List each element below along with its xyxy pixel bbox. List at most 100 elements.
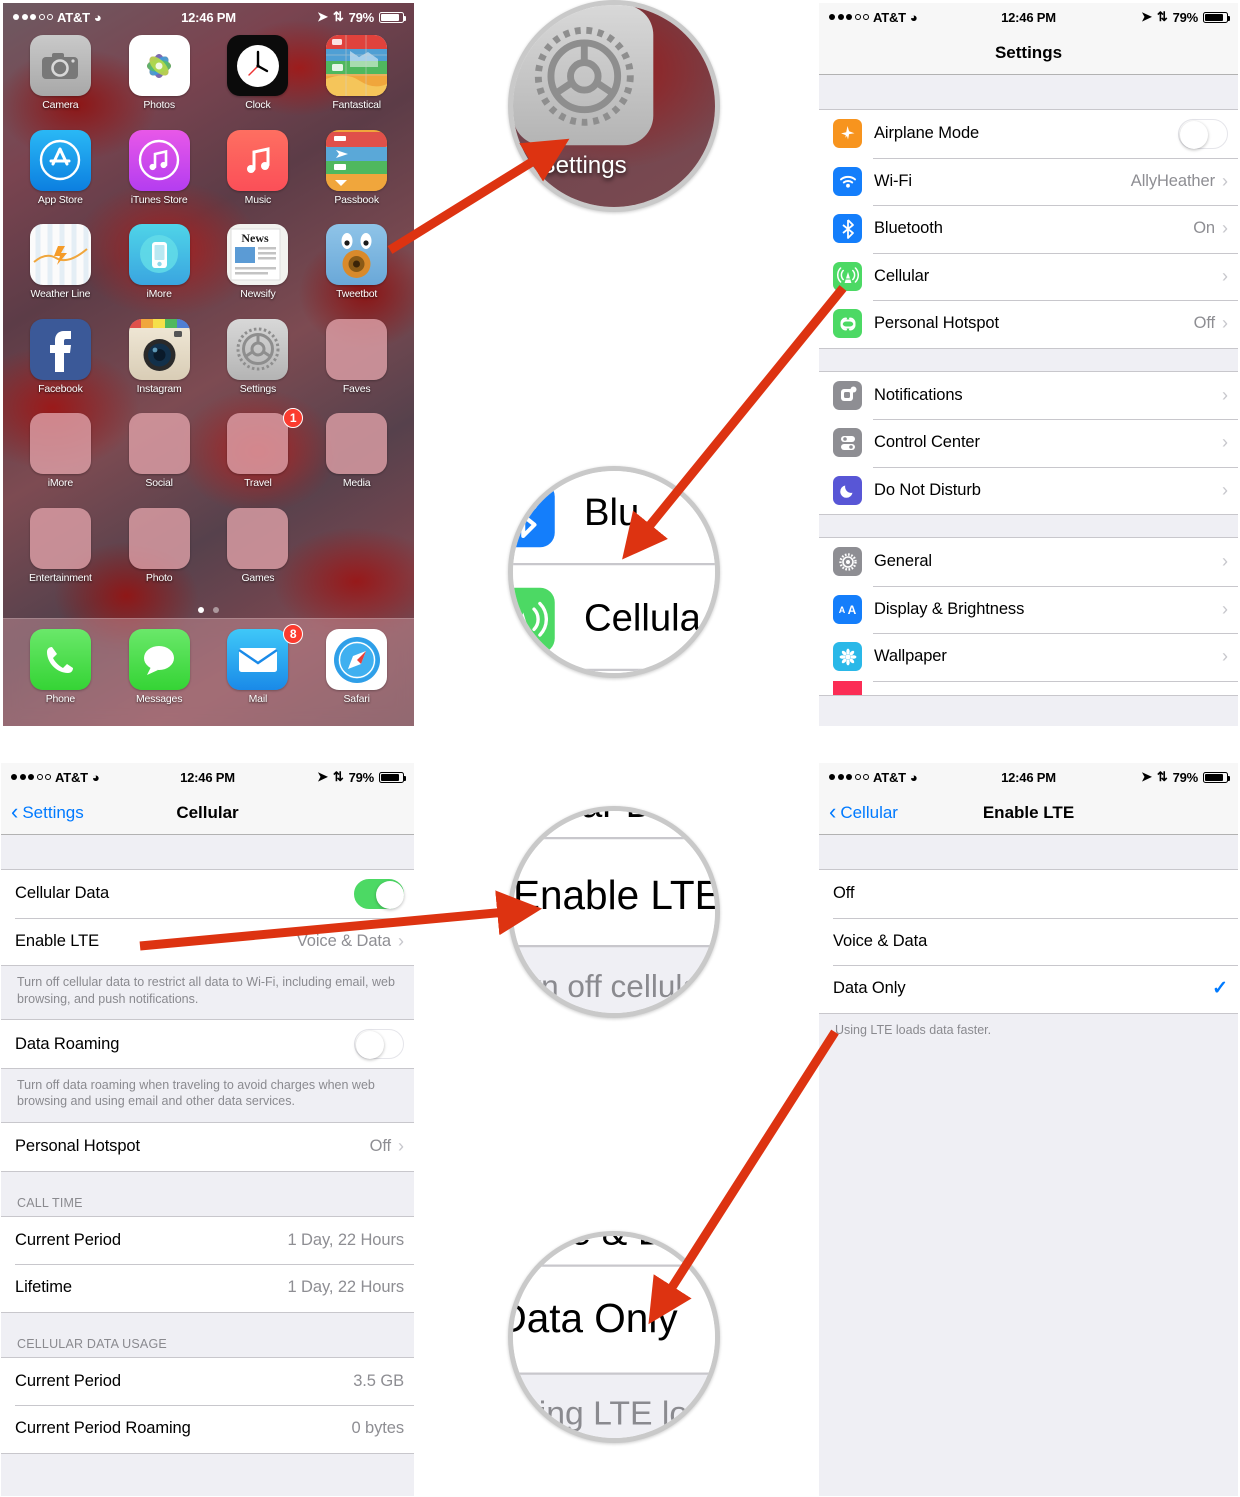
sidebar-item-do-not-disturb[interactable]: Do Not Disturb › [819, 466, 1238, 514]
sidebar-item-control-center[interactable]: Control Center › [819, 419, 1238, 467]
option-voice-and-data[interactable]: Voice & Data [819, 917, 1238, 965]
bluetooth-icon [833, 214, 862, 244]
app-app-store[interactable]: App Store [11, 129, 110, 225]
chevron-right-icon: › [1222, 432, 1228, 453]
app-label: App Store [37, 193, 83, 206]
data-roaming-toggle[interactable] [354, 1029, 404, 1059]
row-label: General [874, 552, 933, 571]
sidebar-item-cellular[interactable]: Cellular › [819, 252, 1238, 300]
signal-dots-icon [829, 14, 869, 20]
settings-list[interactable]: Airplane Mode Wi-Fi AllyHeather › Blueto… [819, 75, 1238, 726]
instagram-icon [128, 318, 190, 380]
hotspot-icon [833, 309, 862, 339]
folder-media[interactable]: Media [307, 413, 406, 508]
list-spacer [819, 835, 1238, 869]
chevron-right-icon: › [1222, 479, 1228, 500]
cellular-list[interactable]: Cellular Data Enable LTE Voice & Data › … [1, 835, 414, 1496]
folder-label: Games [241, 571, 275, 584]
app-facebook[interactable]: Facebook [11, 318, 110, 414]
row-value: AllyHeather [1130, 171, 1215, 190]
folder-entertainment[interactable]: Entertainment [11, 507, 110, 603]
sidebar-item-bluetooth[interactable]: Bluetooth On › [819, 205, 1238, 253]
page-dot-2[interactable] [213, 607, 219, 613]
back-button[interactable]: ‹ Settings [1, 800, 84, 823]
row-personal-hotspot[interactable]: Personal Hotspot Off › [1, 1123, 414, 1171]
gear-icon [833, 547, 862, 577]
app-weather-line[interactable]: Weather Line [11, 224, 110, 319]
sidebar-item-display-brightness[interactable]: AA Display & Brightness › [819, 585, 1238, 633]
page-indicator[interactable] [3, 607, 414, 613]
app-clock[interactable]: Clock [209, 35, 308, 130]
row-value: 1 Day, 22 Hours [287, 1230, 405, 1249]
status-bar-left: AT&T ◕ [3, 10, 102, 25]
dock-messages[interactable]: Messages [110, 629, 209, 726]
app-itunes-store[interactable]: iTunes Store [110, 129, 209, 225]
sidebar-item-sounds-partial[interactable] [819, 680, 1238, 695]
folder-icon [326, 318, 388, 380]
signal-dots-icon [13, 14, 53, 20]
folder-games[interactable]: Games [209, 507, 308, 603]
row-value: 1 Day, 22 Hours [287, 1278, 405, 1297]
app-instagram[interactable]: Instagram [110, 318, 209, 414]
wifi-icon: ◕ [91, 769, 100, 785]
dock-mail[interactable]: 8 Mail [209, 624, 308, 726]
app-fantastical[interactable]: Fantastical [307, 35, 406, 130]
app-passbook[interactable]: Passbook [307, 129, 406, 225]
app-settings[interactable]: Settings [209, 318, 308, 414]
row-data-roaming[interactable]: Data Roaming [1, 1020, 414, 1068]
display-icon: AA [833, 594, 862, 624]
folder-travel[interactable]: 1 Travel [209, 408, 308, 508]
sidebar-item-wallpaper[interactable]: Wallpaper › [819, 633, 1238, 681]
option-off[interactable]: Off [819, 870, 1238, 918]
battery-icon [1203, 11, 1230, 23]
wifi-icon: ◕ [93, 9, 102, 25]
row-label: Enable LTE [15, 931, 99, 950]
row-enable-lte[interactable]: Enable LTE Voice & Data › [1, 917, 414, 965]
sidebar-item-personal-hotspot[interactable]: Personal Hotspot Off › [819, 300, 1238, 348]
folder-faves[interactable]: Faves [307, 318, 406, 414]
page-title: Settings [994, 42, 1063, 62]
bluetooth-icon [513, 482, 555, 548]
carrier-label: AT&T [873, 769, 906, 785]
folder-social[interactable]: Social [110, 413, 209, 508]
page-dot-1[interactable] [198, 607, 204, 613]
app-photos[interactable]: Photos [110, 35, 209, 130]
battery-percent-label: 79% [348, 769, 375, 785]
callout-label-enable-lte: Enable LTE [513, 873, 720, 918]
row-value: 3.5 GB [353, 1371, 404, 1390]
list-spacer [1, 835, 414, 869]
app-camera[interactable]: Camera [11, 35, 110, 130]
lte-options-list[interactable]: Off Voice & Data Data Only ✓ Using LTE l… [819, 835, 1238, 1496]
battery-icon [1203, 771, 1230, 783]
settings-group-notifications: Notifications › Control Center › Do Not … [819, 370, 1238, 515]
option-data-only[interactable]: Data Only ✓ [819, 965, 1238, 1013]
wallpaper-icon [833, 642, 862, 672]
airplane-mode-toggle[interactable] [1178, 118, 1228, 149]
sidebar-item-airplane-mode[interactable]: Airplane Mode [819, 110, 1238, 158]
data-usage-group: Current Period 3.5 GB Current Period Roa… [1, 1356, 414, 1454]
folder-icon [227, 507, 289, 569]
app-music[interactable]: Music [209, 129, 308, 225]
dock-safari[interactable]: Safari [307, 629, 406, 726]
app-tweetbot[interactable]: Tweetbot [307, 224, 406, 319]
sidebar-item-wifi[interactable]: Wi-Fi AllyHeather › [819, 157, 1238, 205]
settings-gear-icon[interactable] [513, 5, 654, 146]
chevron-right-icon: › [1222, 598, 1228, 619]
folder-label: Entertainment [28, 571, 92, 584]
app-label: Clock [245, 99, 271, 111]
back-button[interactable]: ‹ Cellular [819, 800, 898, 823]
callout-label-bluetooth: Blu [584, 491, 640, 534]
callout-footer-line1: Turn off cellular [508, 967, 711, 1004]
cellular-data-toggle[interactable] [354, 878, 404, 909]
sidebar-item-general[interactable]: General › [819, 538, 1238, 586]
app-newsify[interactable]: News Newsify [209, 224, 308, 319]
sidebar-item-notifications[interactable]: Notifications › [819, 371, 1238, 419]
folder-photo[interactable]: Photo [110, 507, 209, 603]
app-imore[interactable]: iMore [110, 224, 209, 319]
dock-phone[interactable]: Phone [11, 629, 110, 726]
folder-imore[interactable]: iMore [11, 413, 110, 508]
list-spacer [819, 515, 1238, 537]
data-only-callout: Voice & D Data Only Using LTE load [508, 1231, 720, 1443]
row-cellular-data[interactable]: Cellular Data [1, 870, 414, 918]
callout-label-cellular-data: ellular Da [513, 811, 675, 828]
